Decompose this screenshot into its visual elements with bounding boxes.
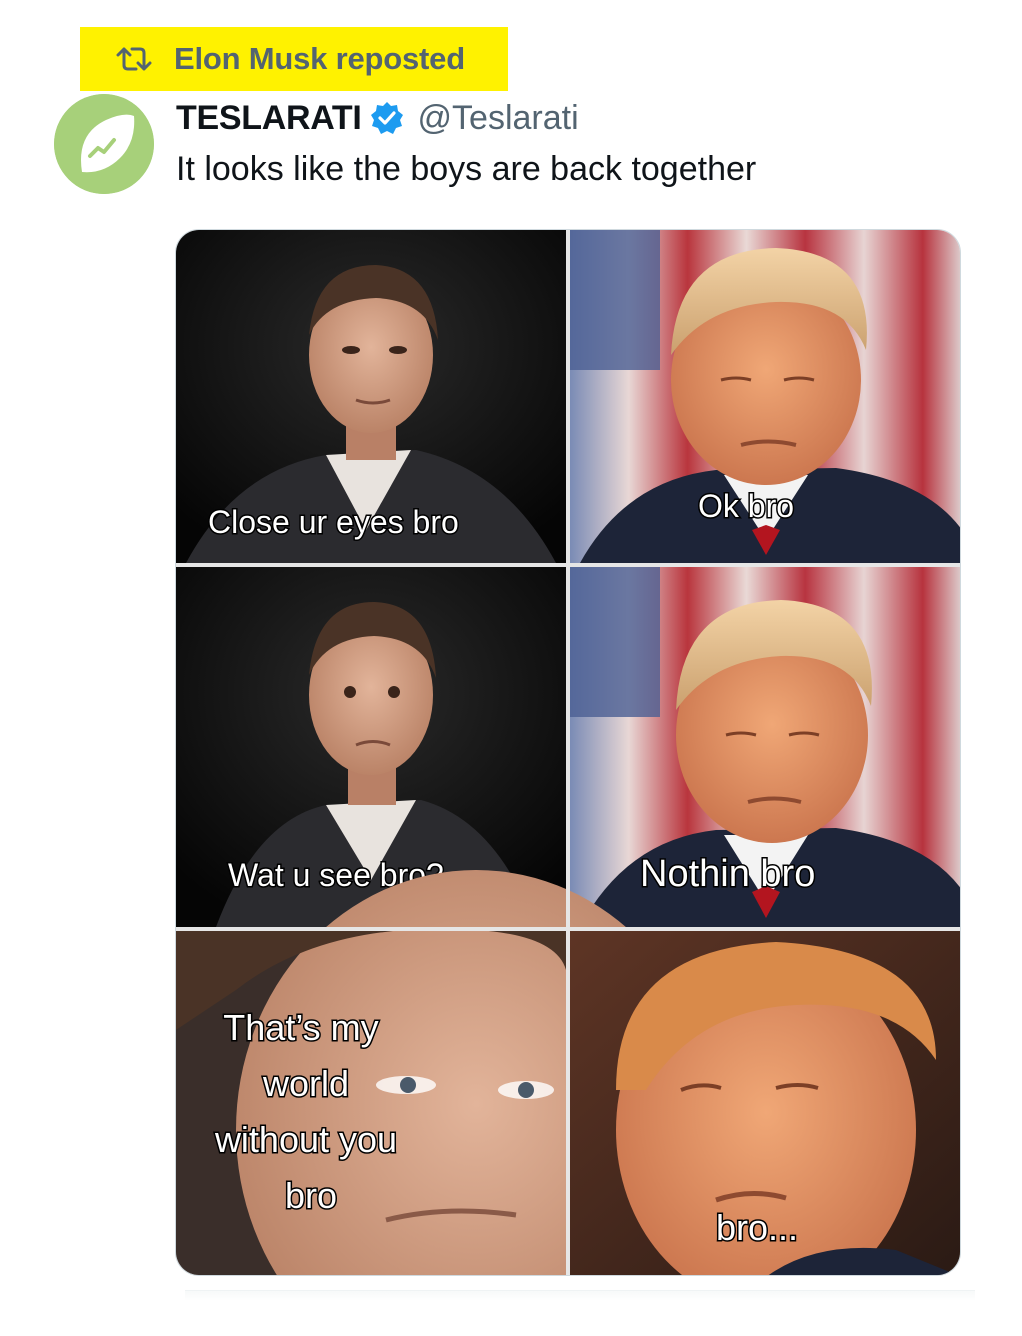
panel-1-caption: Close ur eyes bro xyxy=(208,504,459,540)
tweet-text: It looks like the boys are back together xyxy=(176,150,757,188)
divider xyxy=(185,1290,975,1301)
panel-4-caption: Nothin bro xyxy=(640,853,815,895)
meme-panel-6: bro... xyxy=(570,931,960,1275)
repost-icon xyxy=(116,45,152,73)
handle[interactable]: @Teslarati xyxy=(418,99,579,138)
panel-2-caption: Ok bro xyxy=(698,488,794,524)
teslarati-leaf-logo-icon xyxy=(54,94,154,194)
display-name[interactable]: TESLARATI xyxy=(176,99,362,138)
tweet-media[interactable]: Close ur eyes bro Ok bro Wat u see bro? … xyxy=(175,229,961,1276)
meme-image: Close ur eyes bro Ok bro Wat u see bro? … xyxy=(176,230,960,1275)
meme-panel-4: Nothin bro xyxy=(570,567,960,927)
panel-6-caption: bro... xyxy=(716,1207,798,1248)
meme-panel-2: Ok bro xyxy=(570,230,960,563)
repost-label: Elon Musk reposted xyxy=(174,41,465,76)
tweet-header: TESLARATI @Teslarati xyxy=(176,96,579,140)
meme-panel-1: Close ur eyes bro xyxy=(176,230,566,563)
verified-badge-icon xyxy=(370,101,404,135)
avatar[interactable] xyxy=(54,94,154,194)
repost-banner[interactable]: Elon Musk reposted xyxy=(80,27,508,91)
